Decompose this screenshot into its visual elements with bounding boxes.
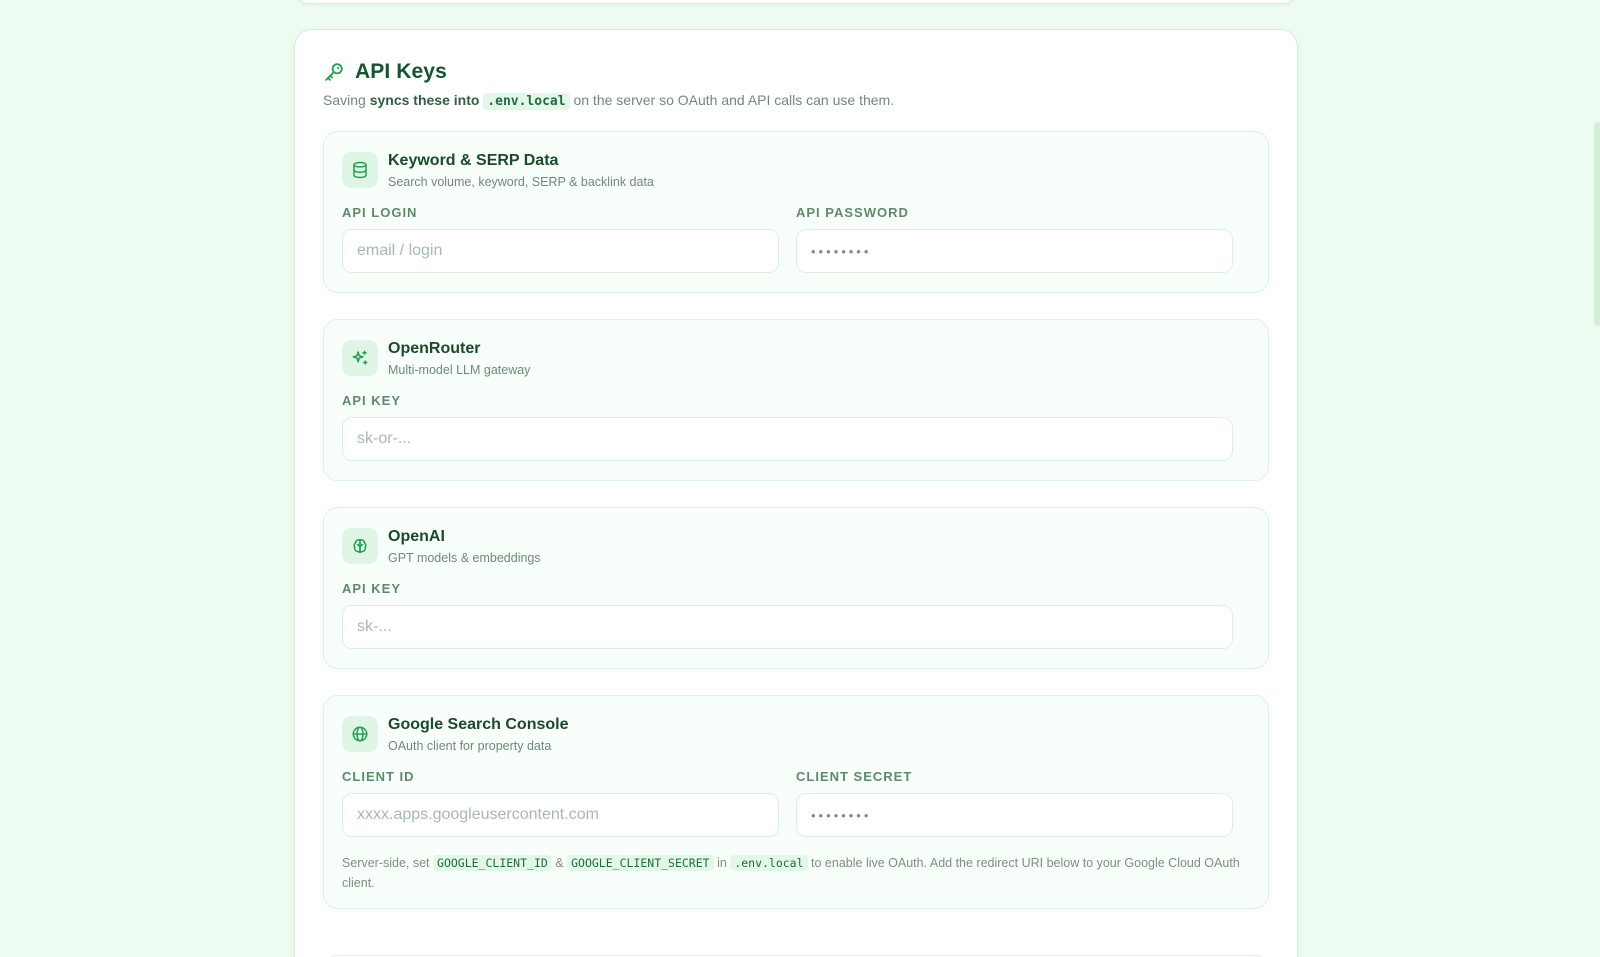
section-openrouter: OpenRouter Multi-model LLM gateway API K… [323, 319, 1269, 481]
client-id-label: CLIENT ID [342, 769, 415, 784]
section-keyword-serp: Keyword & SERP Data Search volume, keywo… [323, 131, 1269, 293]
api-login-label: API LOGIN [342, 205, 418, 220]
api-keys-card: API Keys Saving syncs these into .env.lo… [294, 29, 1298, 957]
intro-code: .env.local [483, 93, 570, 110]
intro-suffix: on the server so OAuth and API calls can… [573, 92, 895, 108]
note-text: & [555, 856, 564, 870]
openai-api-key-input[interactable] [342, 605, 1233, 649]
client-id-input[interactable] [342, 793, 779, 837]
section-google-search-console: Google Search Console OAuth client for p… [323, 695, 1269, 909]
section-openai: OpenAI GPT models & embeddings API KEY [323, 507, 1269, 669]
api-password-label: API PASSWORD [796, 205, 909, 220]
previous-card [294, 0, 1298, 4]
note-code-client-id: GOOGLE_CLIENT_ID [433, 855, 552, 871]
openrouter-api-key-input[interactable] [342, 417, 1233, 461]
openrouter-api-key-label: API KEY [342, 393, 402, 408]
note-text: in [717, 856, 727, 870]
intro-text: Saving syncs these into .env.local on th… [323, 92, 895, 110]
section-icon-box [342, 152, 378, 188]
api-password-input[interactable] [796, 229, 1233, 273]
scrollbar-thumb[interactable] [1594, 122, 1600, 326]
brain-icon [353, 539, 367, 554]
key-icon [325, 63, 343, 81]
client-secret-label: CLIENT SECRET [796, 769, 913, 784]
section-subtitle: Search volume, keyword, SERP & backlink … [388, 175, 654, 189]
section-title: OpenAI [388, 528, 445, 545]
section-subtitle: GPT models & embeddings [388, 551, 541, 565]
section-subtitle: OAuth client for property data [388, 739, 552, 753]
page-title: API Keys [355, 60, 447, 83]
openai-api-key-label: API KEY [342, 581, 402, 596]
intro-prefix: Saving [323, 92, 366, 108]
globe-icon [352, 726, 368, 742]
section-title: Keyword & SERP Data [388, 152, 559, 169]
section-title: Google Search Console [388, 716, 569, 733]
section-icon-box [342, 528, 378, 564]
note-text: Server-side, set [342, 856, 430, 870]
section-subtitle: Multi-model LLM gateway [388, 363, 531, 377]
client-secret-input[interactable] [796, 793, 1233, 837]
intro-bold: syncs these into [369, 92, 480, 108]
note-code-env-local: .env.local [730, 855, 808, 871]
section-icon-box [342, 340, 378, 376]
settings-page: API Keys Saving syncs these into .env.lo… [0, 0, 1600, 957]
database-icon [353, 161, 367, 179]
note-code-client-secret: GOOGLE_CLIENT_SECRET [567, 855, 714, 871]
card-header: API Keys [323, 60, 447, 84]
oauth-note: Server-side, set GOOGLE_CLIENT_ID & GOOG… [342, 853, 1242, 893]
section-title: OpenRouter [388, 340, 481, 357]
sparkles-icon [352, 350, 368, 365]
section-icon-box [342, 716, 378, 752]
api-login-input[interactable] [342, 229, 779, 273]
